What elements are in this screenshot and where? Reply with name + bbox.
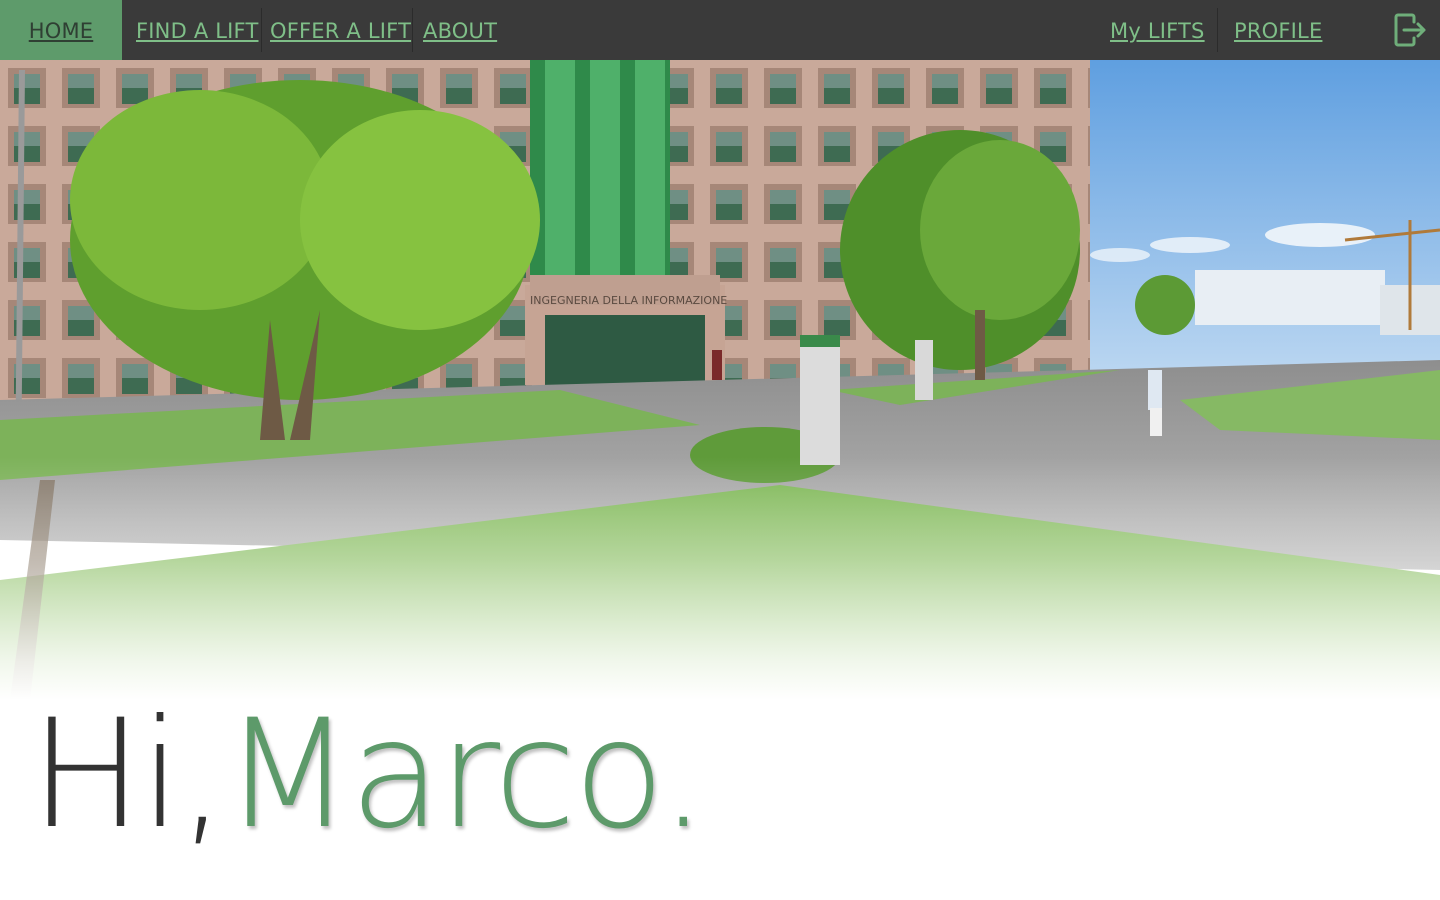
greeting-heading: Hi,Marco. [30, 688, 707, 862]
logout-icon [1394, 13, 1426, 47]
nav-find-a-lift[interactable]: FIND A LIFT [136, 0, 259, 60]
greeting-hi: Hi, [30, 688, 226, 862]
nav-offer-a-lift[interactable]: OFFER A LIFT [270, 0, 411, 60]
nav-my-lifts[interactable]: My LIFTS [1110, 0, 1205, 60]
nav-about[interactable]: ABOUT [423, 0, 497, 60]
greeting-username: Marco. [223, 688, 707, 862]
building-sign: INGEGNERIA DELLA INFORMAZIONE [530, 294, 727, 307]
nav-divider [261, 8, 262, 52]
nav-divider [412, 8, 413, 52]
nav-home[interactable]: HOME [0, 0, 122, 60]
top-navbar: HOME FIND A LIFT OFFER A LIFT ABOUT My L… [0, 0, 1440, 60]
nav-profile[interactable]: PROFILE [1234, 0, 1322, 60]
nav-divider [1217, 8, 1218, 52]
hero-campus-image: INGEGNERIA DELLA INFORMAZIONE [0, 60, 1440, 700]
logout-button[interactable] [1390, 10, 1430, 50]
